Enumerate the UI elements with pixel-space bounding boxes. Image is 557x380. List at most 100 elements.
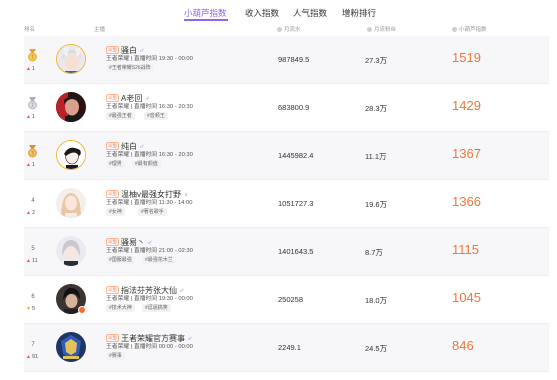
monthly-flow: 2249.1 xyxy=(278,343,301,352)
rank-up-icon: ▲ xyxy=(26,114,31,120)
monthly-flow: 1051727.3 xyxy=(278,199,314,208)
rank-number: 6 xyxy=(31,294,35,300)
streamer-name-line: 斗鱼 纯白 ♂ xyxy=(106,136,145,151)
stream-meta: 王者荣耀 | 直播时间 21:00 - 02:30 xyxy=(106,248,193,254)
rank-change: ▲11 xyxy=(26,258,38,264)
table-row[interactable]: 5 ▲11 斗鱼 骚易丶 ♂ 王者荣耀 | 直播时间 21:00 - 02:30 #… xyxy=(24,228,549,276)
info-icon xyxy=(452,27,457,32)
table-row[interactable]: 2 ▲1 斗鱼 A老回 ♂ 王者荣耀 | 直播时间 16:30 - 20:30 #最… xyxy=(24,84,549,132)
rank-up-icon: ▲ xyxy=(26,258,31,264)
tag[interactable]: #最强王者 xyxy=(106,112,135,120)
tag[interactable]: #赛事 xyxy=(106,352,125,360)
rank-number: 7 xyxy=(31,342,35,348)
table-row[interactable]: 3 ▲1 斗鱼 纯白 ♂ 王者荣耀 | 直播时间 16:30 - 20:30 #理男… xyxy=(24,132,549,180)
index-score: 1367 xyxy=(452,146,481,161)
tab-fans-growth-ranking[interactable]: 增粉排行 xyxy=(342,7,376,19)
streamer-name-line: 斗鱼 指法芬芳张大仙 ♂ xyxy=(106,280,185,295)
tag[interactable]: #国服最强 xyxy=(106,256,135,264)
streamer-name-line: 斗鱼 王者荣耀官方赛事 ♂ xyxy=(106,328,193,343)
table-row[interactable]: 6 ▼5 斗鱼 指法芬芳张大仙 ♂ 王者荣耀 | 直播时间 19:30 - 00:0… xyxy=(24,276,549,324)
streamer-name-line: 斗鱼 骚白 ♂ xyxy=(106,40,145,55)
rank-up-icon: ▲ xyxy=(26,162,31,168)
monthly-flow: 250258 xyxy=(278,295,304,304)
rank-change: ▼5 xyxy=(26,306,36,312)
gold-medal-icon: 1 xyxy=(28,49,37,62)
index-score: 846 xyxy=(452,338,474,353)
live-indicator-icon xyxy=(78,306,86,314)
stream-meta: 王者荣耀 | 直播时间 11:30 - 14:00 xyxy=(106,200,193,206)
index-score: 1115 xyxy=(452,242,479,257)
monthly-flow: 1445982.4 xyxy=(278,151,314,160)
stream-meta: 王者荣耀 | 直播时间 16:30 - 20:30 xyxy=(106,152,193,158)
tag[interactable]: #著名歌手 xyxy=(138,208,167,216)
active-tab-underline xyxy=(184,19,228,21)
monthly-flow: 1401643.5 xyxy=(278,247,314,256)
tag[interactable]: #技术大神 xyxy=(106,304,135,312)
rank-up-icon: ▲ xyxy=(26,210,31,216)
monthly-fans: 11.1万 xyxy=(365,152,387,161)
info-icon xyxy=(277,27,282,32)
tab-income-index[interactable]: 收入指数 xyxy=(245,7,279,19)
avatar-bunny-hat-icon xyxy=(57,45,85,73)
tag[interactable]: #逗逼搞笑 xyxy=(142,304,171,312)
header-flow[interactable]: 月流水 xyxy=(277,25,301,33)
avatar[interactable] xyxy=(56,332,86,362)
avatar-man-red-light-icon xyxy=(56,92,86,122)
tab-popularity-index[interactable]: 人气指数 xyxy=(293,7,327,19)
tag[interactable]: #女神 xyxy=(106,208,125,216)
stream-meta: 王者荣耀 | 直播时间 00:00 - 00:00 xyxy=(106,344,193,350)
index-score: 1045 xyxy=(452,290,481,305)
monthly-flow: 987849.5 xyxy=(278,55,310,64)
avatar[interactable] xyxy=(56,236,86,266)
header-rank: 排名 xyxy=(24,27,36,33)
streamer-name-line: 斗鱼 温柚v最强女打野 ♀ xyxy=(106,184,189,199)
avatar[interactable] xyxy=(56,188,86,218)
rank-down-icon: ▼ xyxy=(26,306,31,312)
avatar[interactable] xyxy=(56,44,86,74)
table-header: 排名 主播 月流水 月流粉丝 小葫芦指数 xyxy=(24,22,549,34)
avatar[interactable] xyxy=(56,140,86,170)
index-score: 1366 xyxy=(452,194,481,209)
stream-meta: 王者荣耀 | 直播时间 16:30 - 20:30 xyxy=(106,104,193,110)
rank-change: ▲1 xyxy=(26,66,36,72)
svg-text:2: 2 xyxy=(31,103,34,108)
avatar[interactable] xyxy=(56,92,86,122)
rank-up-icon: ▲ xyxy=(26,354,31,360)
bronze-medal-icon: 3 xyxy=(28,145,37,158)
tag[interactable]: #音频王 xyxy=(144,112,168,120)
streamer-name-line: 斗鱼 骚易丶 ♂ xyxy=(106,232,153,247)
header-fans[interactable]: 月流粉丝 xyxy=(367,25,396,33)
avatar-kpl-logo-icon xyxy=(56,332,86,362)
rank-up-icon: ▲ xyxy=(26,66,31,72)
monthly-fans: 19.6万 xyxy=(365,200,388,209)
monthly-fans: 28.3万 xyxy=(365,104,388,113)
table-row[interactable]: 4 ▲2 斗鱼 温柚v最强女打野 ♀ 王者荣耀 | 直播时间 11:30 - 14:… xyxy=(24,180,549,228)
silver-medal-icon: 2 xyxy=(28,97,37,110)
table-row[interactable]: 7 ▲91 斗鱼 王者荣耀官方赛事 ♂ 王者荣耀 | 直播时间 00:00 - 00… xyxy=(24,324,549,372)
stream-meta: 王者荣耀 | 直播时间 19:30 - 00:00 xyxy=(106,56,193,62)
rank-change: ▲1 xyxy=(26,162,36,168)
monthly-flow: 683800.9 xyxy=(278,103,310,112)
header-streamer: 主播 xyxy=(94,27,106,33)
header-index[interactable]: 小葫芦指数 xyxy=(452,25,487,33)
tab-xiaohulu-index[interactable]: 小葫芦指数 xyxy=(184,7,227,19)
rank-number: 5 xyxy=(31,246,35,252)
avatar-girl-icon xyxy=(56,188,86,218)
rank-change: ▲2 xyxy=(26,210,36,216)
index-tabs: 小葫芦指数 收入指数 人气指数 增粉排行 xyxy=(0,0,557,22)
tag[interactable]: #最有颜值 xyxy=(132,160,161,168)
monthly-fans: 18.0万 xyxy=(365,296,388,305)
index-score: 1519 xyxy=(452,50,481,65)
table-row[interactable]: 1 ▲1 斗鱼 骚白 ♂ 王者荣耀 | 直播时间 19:30 - 00:00 #王者… xyxy=(24,36,549,84)
tag[interactable]: #理男 xyxy=(106,160,125,168)
rank-number: 4 xyxy=(31,198,35,204)
monthly-fans: 8.7万 xyxy=(365,248,383,257)
index-score: 1429 xyxy=(452,98,481,113)
tag[interactable]: #王者荣耀S26战阵 xyxy=(106,64,154,72)
monthly-fans: 24.5万 xyxy=(365,344,388,353)
stream-meta: 王者荣耀 | 直播时间 19:30 - 00:00 xyxy=(106,296,193,302)
tag[interactable]: #最强花木兰 xyxy=(142,256,176,264)
info-icon xyxy=(367,27,372,32)
monthly-fans: 27.3万 xyxy=(365,56,388,65)
rank-change: ▲1 xyxy=(26,114,36,120)
